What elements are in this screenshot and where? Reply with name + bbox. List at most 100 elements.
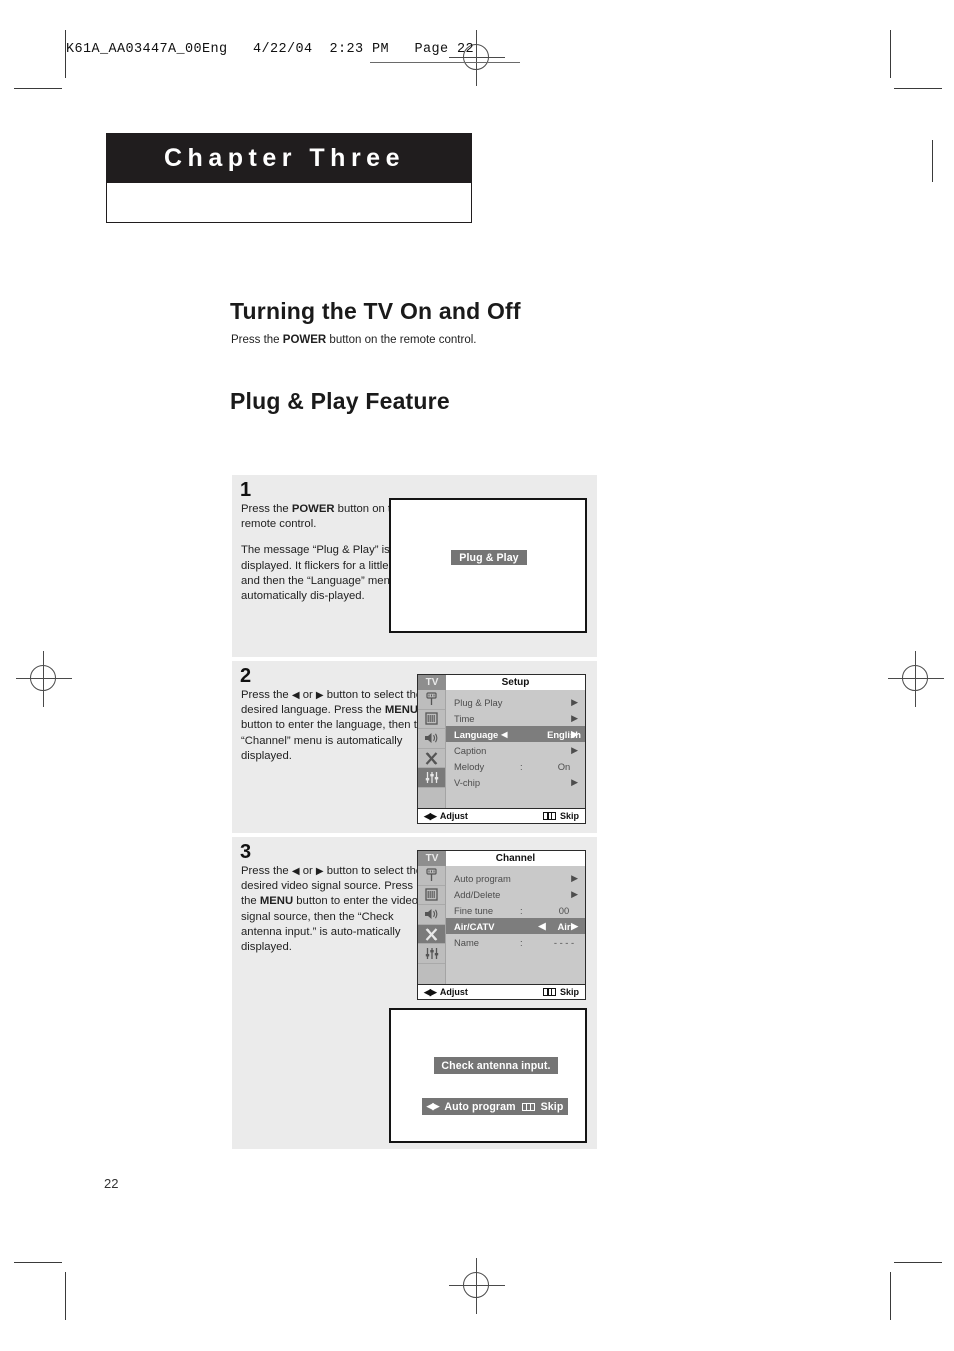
osd-row-value: On bbox=[557, 760, 571, 772]
step-2-t4: Press the bbox=[333, 704, 385, 717]
osd-row-add-delete[interactable]: Add/Delete ▶ bbox=[446, 886, 585, 902]
step-3-number: 3 bbox=[240, 841, 252, 863]
osd-setup-menu: TV Setup Plug & Play ▶ Time ▶ Language ◀… bbox=[417, 674, 586, 824]
step-2-text: Press the ◀ or ▶ button to select the de… bbox=[241, 688, 431, 764]
step-3-t1: Press the bbox=[241, 865, 292, 877]
crop-mark-bottom-right-h bbox=[894, 1262, 942, 1264]
rail-spacer bbox=[418, 788, 445, 808]
menu-button-icon bbox=[542, 812, 556, 820]
osd-row-time[interactable]: Time ▶ bbox=[446, 710, 585, 726]
menu-button-icon bbox=[542, 988, 556, 996]
osd-row-plug-play[interactable]: Plug & Play ▶ bbox=[446, 694, 585, 710]
chapter-title-bar: Chapter Three bbox=[106, 133, 472, 183]
menu-button-icon bbox=[521, 1102, 535, 1111]
step-2-t1: Press the bbox=[241, 689, 292, 701]
picture-icon[interactable] bbox=[418, 886, 445, 906]
chevron-right-icon: ▶ bbox=[571, 712, 578, 723]
plug-play-banner: Plug & Play bbox=[451, 550, 527, 565]
crop-mark-bottom-right-v bbox=[890, 1272, 892, 1320]
picture-icon[interactable] bbox=[418, 710, 445, 730]
footer-adjust-label: Adjust bbox=[439, 811, 468, 821]
osd-row-label: Caption bbox=[454, 744, 487, 756]
tv-screen-check-antenna: Check antenna input. ◀▶ Auto program Ski… bbox=[389, 1008, 587, 1143]
chevron-right-icon: ▶ bbox=[571, 872, 578, 883]
heading-plug-play-feature: Plug & Play Feature bbox=[230, 388, 450, 414]
osd-channel-menu: TV Channel Auto program ▶ Add/Delete ▶ F… bbox=[417, 850, 586, 1000]
osd-row-label: Name bbox=[454, 936, 480, 948]
osd-row-fine-tune[interactable]: Fine tune : 00 bbox=[446, 902, 585, 918]
osd-setup-footer: ◀▶ Adjust Skip bbox=[418, 808, 585, 823]
right-adjust-icon: ▶ bbox=[571, 920, 578, 931]
osd-row-language[interactable]: Language ◀ English ▶ bbox=[446, 726, 585, 742]
osd-channel-body: Auto program ▶ Add/Delete ▶ Fine tune : … bbox=[418, 866, 585, 984]
osd-row-value: Air bbox=[557, 920, 571, 932]
osd-setup-source-label: TV bbox=[418, 675, 446, 690]
heading-turning-tv-on-off: Turning the TV On and Off bbox=[230, 298, 521, 324]
no-signal-x-icon[interactable] bbox=[418, 924, 445, 945]
right-arrow-icon: ▶ bbox=[315, 866, 324, 877]
osd-row-caption[interactable]: Caption ▶ bbox=[446, 742, 585, 758]
osd-row-label: Fine tune bbox=[454, 904, 494, 916]
left-right-adjust-icon: ◀▶ bbox=[424, 810, 437, 821]
step-2-t5: button to enter the language, then the “… bbox=[241, 719, 430, 762]
chapter-title: Chapter Three bbox=[164, 143, 405, 172]
sound-speaker-icon[interactable] bbox=[418, 729, 445, 749]
osd-row-label: Language bbox=[454, 728, 499, 740]
chevron-right-icon: ▶ bbox=[571, 888, 578, 899]
osd-channel-footer: ◀▶ Adjust Skip bbox=[418, 984, 585, 999]
rail-spacer bbox=[418, 964, 445, 984]
crop-mark-bottom-left-v bbox=[65, 1272, 67, 1320]
step-2-menu-bold: MENU bbox=[384, 704, 419, 717]
right-adjust-icon: ▶ bbox=[571, 728, 578, 739]
osd-channel-icon-rail bbox=[418, 866, 446, 984]
step-3-menu-bold: MENU bbox=[259, 895, 294, 908]
osd-setup-icon-rail bbox=[418, 690, 446, 808]
osd-setup-title: Setup bbox=[446, 675, 585, 690]
check-antenna-banner: Check antenna input. bbox=[434, 1057, 558, 1074]
osd-row-label: Time bbox=[454, 712, 475, 724]
antenna-icon[interactable] bbox=[418, 690, 445, 710]
footer-skip-group: Skip bbox=[542, 811, 579, 821]
osd-setup-body: Plug & Play ▶ Time ▶ Language ◀ English … bbox=[418, 690, 585, 808]
osd-row-vchip[interactable]: V-chip ▶ bbox=[446, 774, 585, 790]
setup-sliders-icon[interactable] bbox=[418, 768, 445, 788]
chevron-right-icon: ▶ bbox=[571, 776, 578, 787]
left-adjust-icon: ◀ bbox=[501, 729, 508, 739]
footer-adjust-label: Adjust bbox=[439, 987, 468, 997]
step-3-text: Press the ◀ or ▶ button to select the de… bbox=[241, 864, 431, 955]
registration-mark-top bbox=[449, 30, 505, 86]
no-signal-x-icon[interactable] bbox=[418, 749, 445, 769]
crop-mark-top-right-h bbox=[894, 88, 942, 90]
crop-mark-top-left-h bbox=[14, 88, 62, 90]
sound-speaker-icon[interactable] bbox=[418, 905, 445, 925]
antenna-icon[interactable] bbox=[418, 866, 445, 886]
osd-row-label: Air/CATV bbox=[454, 920, 495, 932]
osd-channel-source-label: TV bbox=[418, 851, 446, 866]
osd-channel-title: Channel bbox=[446, 851, 585, 866]
osd-row-colon: : bbox=[520, 936, 523, 948]
file-header-text: K61A_AA03447A_00Eng 4/22/04 2:23 PM Page… bbox=[66, 42, 475, 57]
osd-row-value: - - - - bbox=[553, 936, 575, 948]
osd-channel-titlebar: TV Channel bbox=[418, 851, 585, 866]
osd-setup-titlebar: TV Setup bbox=[418, 675, 585, 690]
footer-adjust-group: ◀▶ Adjust bbox=[424, 811, 468, 822]
left-right-adjust-icon: ◀▶ bbox=[426, 1101, 440, 1111]
intro-power-text: Press the POWER button on the remote con… bbox=[231, 334, 476, 346]
intro-power-before: Press the bbox=[231, 334, 283, 346]
crop-mark-bottom-left-h bbox=[14, 1262, 62, 1264]
osd-row-value: 00 bbox=[558, 904, 570, 916]
osd-row-melody[interactable]: Melody : On bbox=[446, 758, 585, 774]
osd-row-air-catv[interactable]: Air/CATV ◀ Air ▶ bbox=[446, 918, 585, 934]
left-right-adjust-icon: ◀▶ bbox=[424, 986, 437, 997]
step-3-t2: or bbox=[299, 865, 316, 877]
osd-row-colon: : bbox=[520, 904, 523, 916]
osd-row-auto-program[interactable]: Auto program ▶ bbox=[446, 870, 585, 886]
setup-sliders-icon[interactable] bbox=[418, 944, 445, 964]
intro-power-after: button on the remote control. bbox=[326, 334, 477, 346]
step-2-t2: or bbox=[299, 689, 316, 701]
osd-setup-rows: Plug & Play ▶ Time ▶ Language ◀ English … bbox=[446, 690, 585, 808]
chevron-right-icon: ▶ bbox=[571, 696, 578, 707]
auto-program-label: Auto program bbox=[444, 1100, 516, 1113]
registration-mark-bottom bbox=[449, 1258, 505, 1314]
osd-row-name[interactable]: Name : - - - - bbox=[446, 934, 585, 950]
